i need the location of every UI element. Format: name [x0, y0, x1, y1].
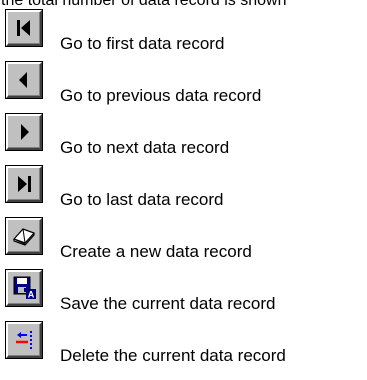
nav-row-first: Go to first data record: [0, 10, 367, 62]
first-record-button[interactable]: [6, 10, 42, 46]
new-record-button[interactable]: [6, 218, 42, 254]
previous-record-label: Go to previous data record: [60, 86, 262, 105]
intro-text: the total number of data record is shown: [1, 0, 287, 9]
svg-text:A: A: [28, 290, 35, 300]
nav-row-new: Create a new data record: [0, 218, 367, 270]
delete-record-label: Delete the current data record: [60, 346, 286, 365]
previous-record-button[interactable]: [6, 62, 42, 98]
delete-record-button[interactable]: [6, 322, 42, 358]
new-record-label: Create a new data record: [60, 242, 252, 261]
nav-row-next: Go to next data record: [0, 114, 367, 166]
last-record-button[interactable]: [6, 166, 42, 202]
nav-row-save: A Save the current data record: [0, 270, 367, 322]
save-record-label: Save the current data record: [60, 294, 276, 313]
next-record-label: Go to next data record: [60, 138, 230, 157]
last-record-label: Go to last data record: [60, 190, 224, 209]
next-record-button[interactable]: [6, 114, 42, 150]
first-record-label: Go to first data record: [60, 34, 225, 53]
nav-row-delete: Delete the current data record: [0, 322, 367, 374]
nav-row-last: Go to last data record: [0, 166, 367, 218]
nav-row-previous: Go to previous data record: [0, 62, 367, 114]
save-record-button[interactable]: A: [6, 270, 42, 306]
